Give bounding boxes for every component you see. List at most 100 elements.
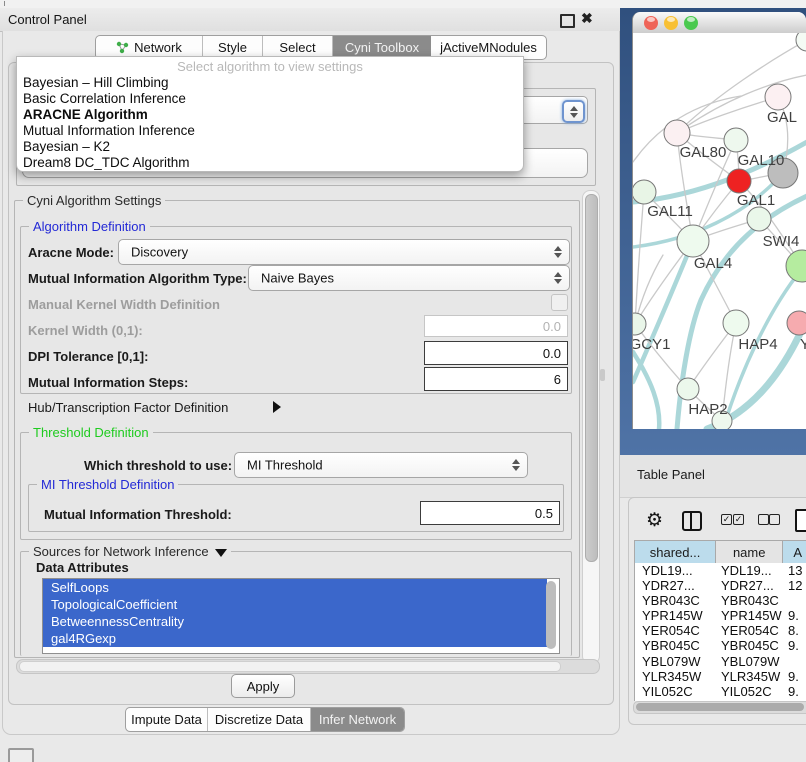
network-node-gal11[interactable] xyxy=(633,180,656,204)
table-row[interactable]: YER054CYER054C8. xyxy=(635,623,806,638)
algorithm-option[interactable]: Bayesian – K2 xyxy=(17,139,523,155)
table-cell: YBR045C xyxy=(642,638,700,653)
network-node-gcy1[interactable] xyxy=(633,313,646,335)
settings-vscrollbar[interactable] xyxy=(582,190,600,664)
table-row[interactable]: YDL19...YDL19...13 xyxy=(635,563,806,578)
network-icon xyxy=(116,41,129,54)
algorithm-option[interactable]: Mutual Information Inference xyxy=(17,123,523,139)
network-window-titlebar[interactable] xyxy=(633,12,806,34)
column-header[interactable]: shared... xyxy=(635,541,716,563)
network-node-swi4[interactable] xyxy=(747,207,771,231)
table-row[interactable]: YDR27...YDR27...12 xyxy=(635,578,806,593)
attributes-scrollbar-thumb[interactable] xyxy=(546,581,556,649)
table-hscrollbar-thumb[interactable] xyxy=(636,703,804,711)
mi-type-label: Mutual Information Algorithm Type: xyxy=(28,271,247,286)
network-node-gal80[interactable] xyxy=(664,120,690,146)
attribute-item[interactable]: BetweennessCentrality xyxy=(43,613,547,630)
bottom-tabs: Impute DataDiscretize DataInfer Network xyxy=(125,707,405,732)
close-panel-icon[interactable]: ✖ xyxy=(581,10,593,27)
kernel-width-field[interactable]: 0.0 xyxy=(424,315,568,337)
unchecked-checkbox-icon[interactable] xyxy=(758,514,769,525)
checked-checkbox-icon[interactable]: ✓ xyxy=(721,514,732,525)
algorithm-option[interactable]: ARACNE Algorithm xyxy=(17,107,523,123)
zoom-window-icon[interactable] xyxy=(684,16,698,30)
table-cell: 8. xyxy=(788,623,799,638)
unchecked-checkbox-icon[interactable] xyxy=(769,514,780,525)
column-header[interactable]: A xyxy=(783,541,806,563)
network-node-y[interactable] xyxy=(787,311,806,335)
table-hscrollbar[interactable] xyxy=(633,701,806,714)
table-row[interactable]: YLR345WYLR345W9. xyxy=(635,669,806,684)
expand-arrow-icon[interactable] xyxy=(273,401,281,413)
settings-hscrollbar[interactable] xyxy=(16,659,600,674)
node-label: GAL1 xyxy=(737,192,775,209)
table-row[interactable]: YBR045CYBR045C9. xyxy=(635,638,806,653)
combo-stepper-focused[interactable] xyxy=(562,100,585,123)
table-row[interactable]: YBL079WYBL079W xyxy=(635,654,806,669)
column-layout-icon[interactable] xyxy=(682,511,702,531)
attribute-item[interactable]: gal4RGexp xyxy=(43,630,547,647)
algorithm-option[interactable]: Bayesian – Hill Climbing xyxy=(17,75,523,91)
network-graph: GALGAL80GAL10GAL1GAL11GAL4SWI4GCY1HAP4YH… xyxy=(633,33,806,429)
mi-type-combo[interactable]: Naive Bayes xyxy=(248,265,570,291)
network-node[interactable] xyxy=(796,33,806,51)
node-label: GAL xyxy=(767,109,797,126)
checked-checkbox-icon[interactable]: ✓ xyxy=(733,514,744,525)
mi-steps-field[interactable]: 6 xyxy=(424,367,568,391)
mi-threshold-label: Mutual Information Threshold: xyxy=(44,507,232,522)
table-panel-titlebar: Table Panel xyxy=(620,455,806,498)
algorithm-option[interactable]: Basic Correlation Inference xyxy=(17,91,523,107)
table-cell: YDL19... xyxy=(642,563,693,578)
attribute-item[interactable]: TopologicalCoefficient xyxy=(43,596,547,613)
table-cell: 13 xyxy=(788,563,802,578)
minimize-window-icon[interactable] xyxy=(664,16,678,30)
manual-kernel-checkbox[interactable] xyxy=(551,294,568,311)
settings-vscrollbar-thumb[interactable] xyxy=(585,194,598,562)
float-panel-icon[interactable] xyxy=(560,14,575,28)
table-cell: YDR27... xyxy=(721,578,774,593)
table-cell: YBR043C xyxy=(721,593,779,608)
network-node-gal1[interactable] xyxy=(727,169,751,193)
function-builder-icon[interactable] xyxy=(795,509,806,532)
dpi-tolerance-field[interactable]: 0.0 xyxy=(424,341,568,365)
attribute-item[interactable]: SelfLoops xyxy=(43,579,547,596)
table-cell: YIL052C xyxy=(642,684,693,699)
table-row[interactable]: YPR145WYPR145W9. xyxy=(635,608,806,623)
apply-button[interactable]: Apply xyxy=(231,674,295,698)
algorithm-option[interactable]: Dream8 DC_TDC Algorithm xyxy=(17,155,523,171)
algorithm-dropdown-popup: Select algorithm to view settings Bayesi… xyxy=(16,56,524,172)
split-pane-grabber[interactable] xyxy=(600,369,605,381)
collapse-arrow-icon[interactable] xyxy=(215,549,227,557)
node-label: GAL4 xyxy=(694,255,732,272)
node-label: GAL10 xyxy=(738,152,785,169)
network-node-hap4[interactable] xyxy=(723,310,749,336)
kernel-width-label: Kernel Width (0,1): xyxy=(28,323,143,338)
aracne-mode-combo[interactable]: Discovery xyxy=(118,239,570,265)
table-row[interactable]: YBR043C YBR043C xyxy=(635,593,806,608)
mi-threshold-field[interactable]: 0.5 xyxy=(420,501,560,525)
network-canvas[interactable]: GALGAL80GAL10GAL1GAL11GAL4SWI4GCY1HAP4YH… xyxy=(633,33,806,429)
bottom-tab-impute-data[interactable]: Impute Data xyxy=(126,708,208,731)
restore-panel-icon[interactable] xyxy=(8,748,34,762)
table-settings-gear-icon[interactable]: ⚙ xyxy=(646,509,663,532)
network-node-gal10[interactable] xyxy=(724,128,748,152)
table-header-row: shared...nameA xyxy=(634,540,806,563)
network-node[interactable] xyxy=(786,250,806,282)
bottom-tab-discretize-data[interactable]: Discretize Data xyxy=(208,708,311,731)
table-cell: YBL079W xyxy=(721,654,780,669)
network-node-hap2[interactable] xyxy=(677,378,699,400)
settings-hscrollbar-thumb[interactable] xyxy=(19,661,561,672)
bottom-tab-infer-network[interactable]: Infer Network xyxy=(311,708,404,731)
data-attributes-list[interactable]: SelfLoopsTopologicalCoefficientBetweenne… xyxy=(42,578,560,654)
network-window[interactable]: GALGAL80GAL10GAL1GAL11GAL4SWI4GCY1HAP4YH… xyxy=(632,12,806,429)
top-tick xyxy=(4,1,5,6)
network-node-gal[interactable] xyxy=(765,84,791,110)
which-threshold-combo[interactable]: MI Threshold xyxy=(234,452,528,478)
network-node-gal4[interactable] xyxy=(677,225,709,257)
table-cell: YBR043C xyxy=(642,593,700,608)
table-row[interactable]: YIL052CYIL052C9. xyxy=(635,684,806,699)
column-header[interactable]: name xyxy=(716,541,783,563)
control-panel-titlebar: Control Panel ✖ xyxy=(0,8,620,32)
close-window-icon[interactable] xyxy=(644,16,658,30)
app-root: Control Panel ✖ NetworkStyleSelectCyni T… xyxy=(0,0,806,762)
